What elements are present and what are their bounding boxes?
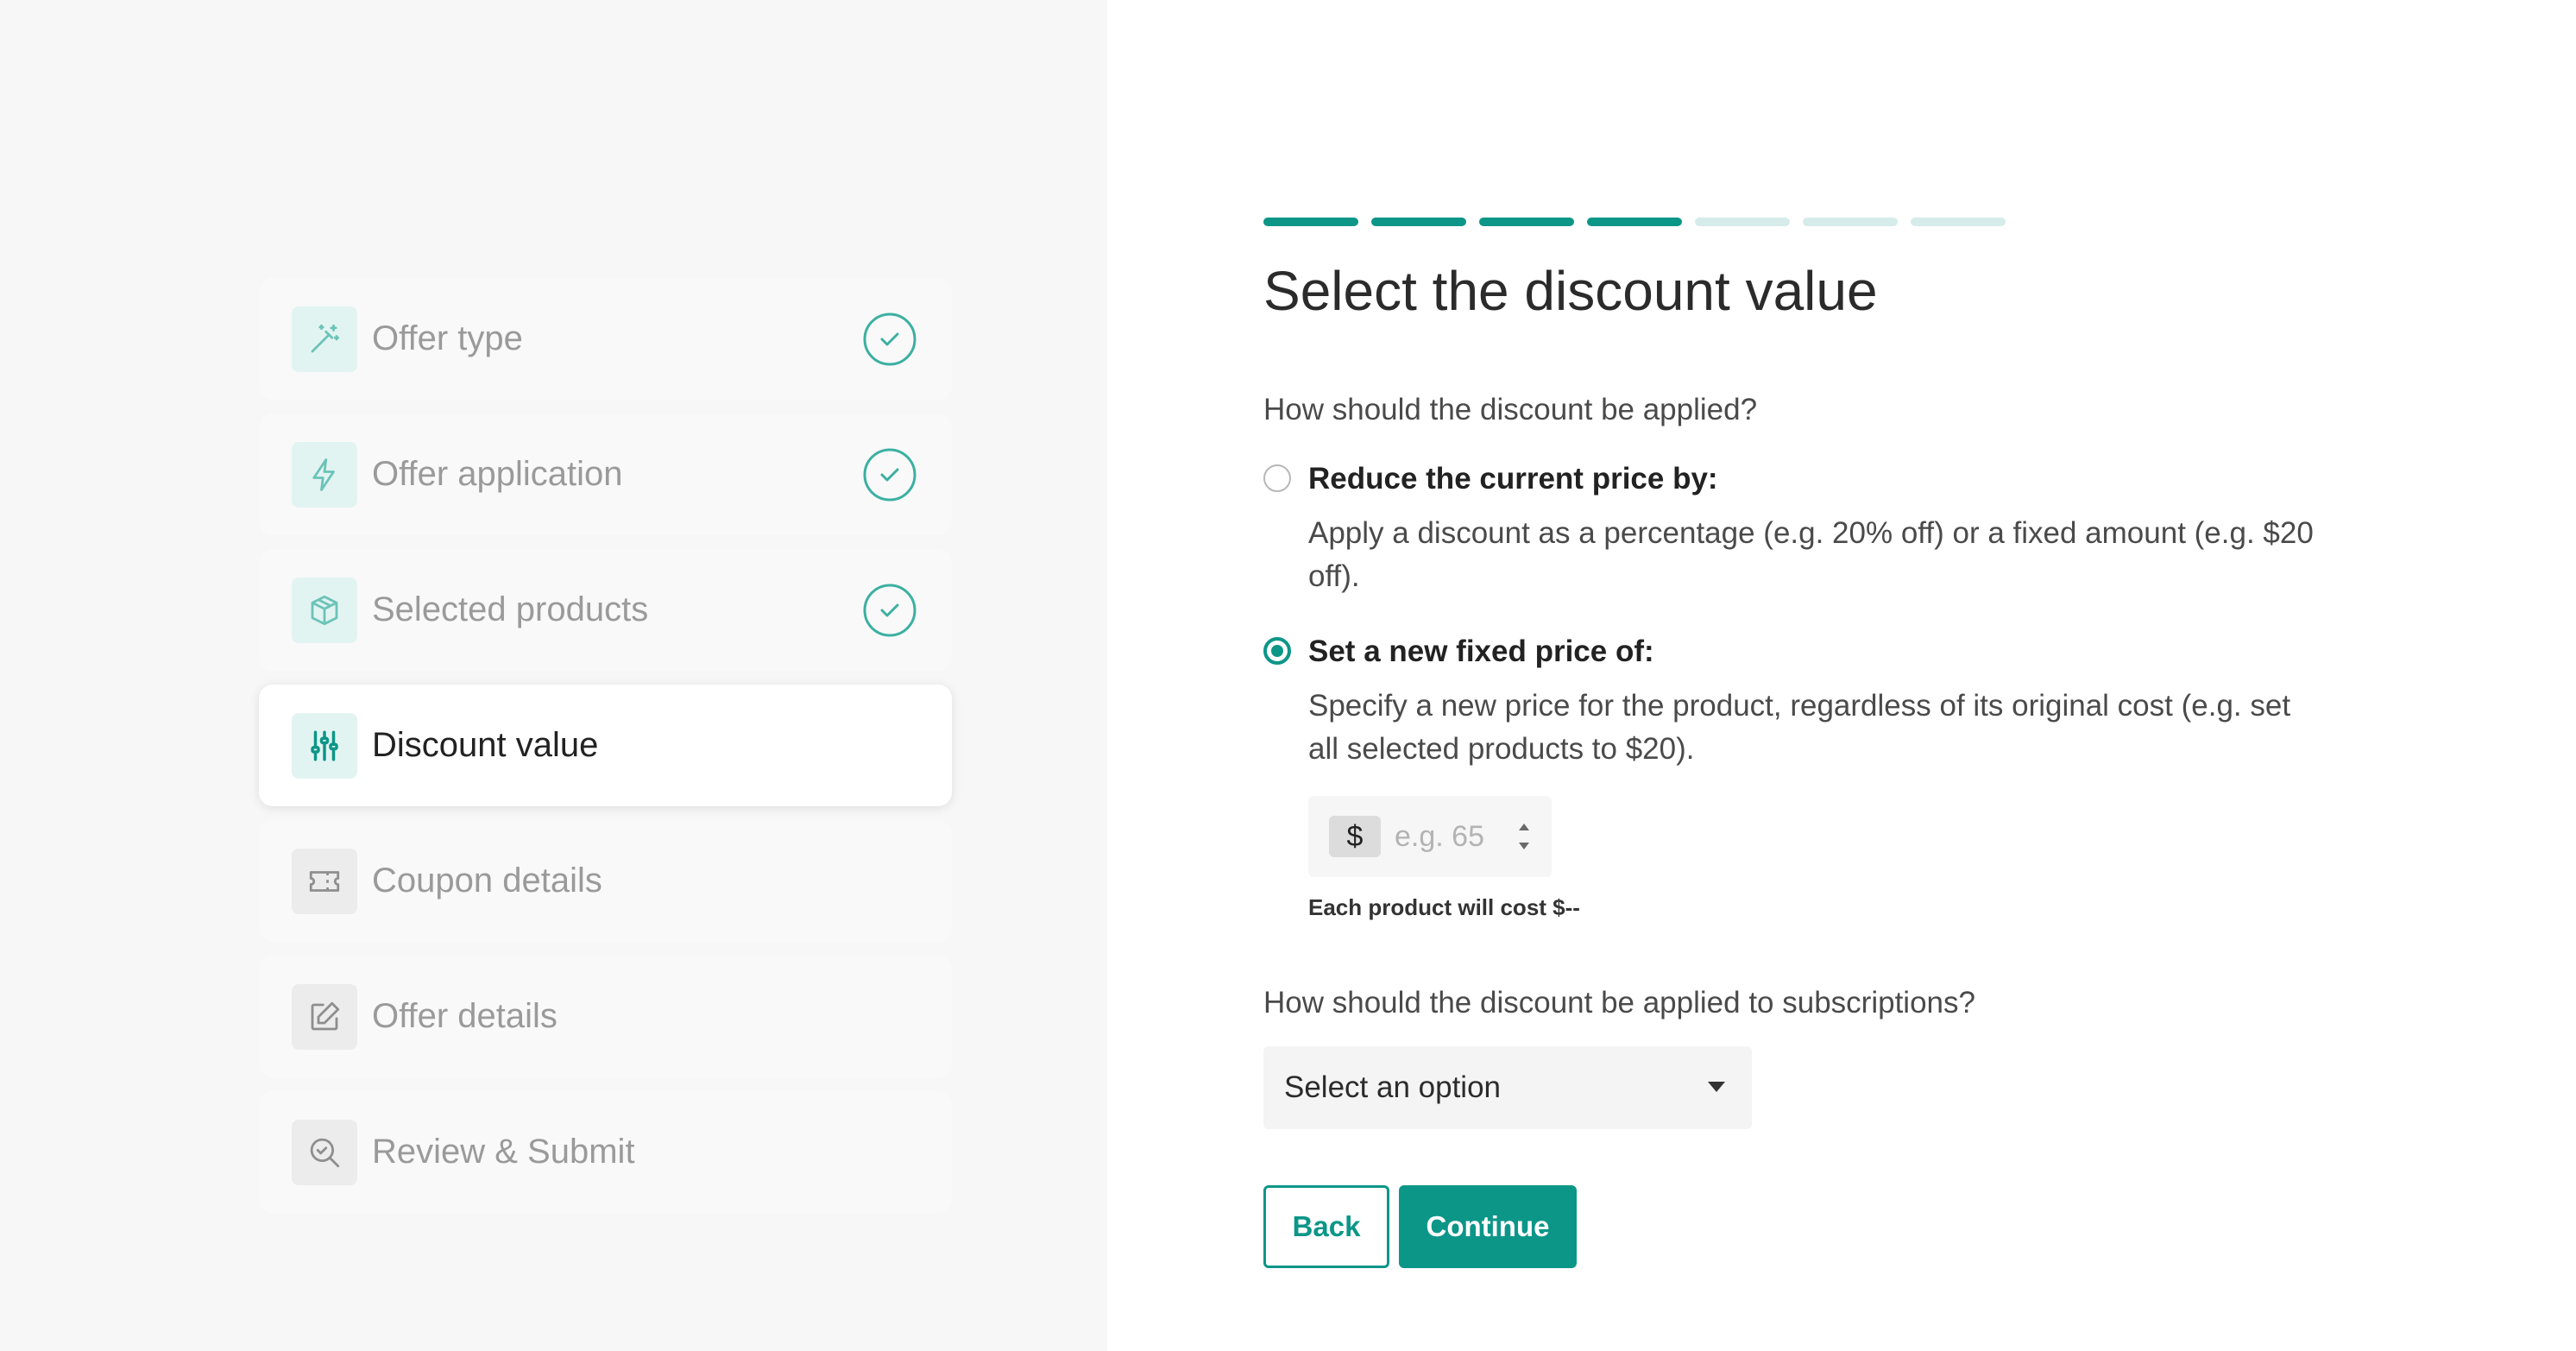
step-label: Discount value — [372, 726, 599, 764]
ticket-icon — [292, 848, 357, 914]
check-circle-icon — [863, 312, 916, 365]
subscription-select[interactable]: Select an option — [1263, 1046, 1752, 1129]
fixed-price-label[interactable]: Set a new fixed price of: — [1308, 634, 1654, 669]
step-review-submit[interactable]: Review & Submit — [259, 1091, 952, 1213]
price-input-group: $ — [1308, 796, 1552, 877]
currency-prefix: $ — [1329, 816, 1381, 857]
reduce-price-radio[interactable] — [1263, 464, 1291, 492]
progress-segment — [1479, 218, 1574, 226]
step-discount-value[interactable]: Discount value — [259, 685, 952, 806]
sliders-icon — [292, 712, 357, 779]
select-value: Select an option — [1284, 1070, 1502, 1104]
progress-segment — [1695, 218, 1790, 226]
step-label: Selected products — [372, 590, 649, 628]
step-offer-application[interactable]: Offer application — [259, 414, 952, 535]
step-label: Coupon details — [372, 862, 602, 900]
price-helper-text: Each product will cost $-- — [1308, 894, 1580, 920]
step-offer-type[interactable]: Offer type — [259, 278, 952, 400]
step-list: Offer type Offer application Selected pr… — [259, 278, 952, 1227]
step-offer-details[interactable]: Offer details — [259, 956, 952, 1077]
discount-question: How should the discount be applied? — [1263, 393, 1758, 426]
caret-down-icon — [1708, 1082, 1725, 1092]
fixed-price-description: Specify a new price for the product, reg… — [1308, 689, 2291, 766]
step-label: Offer application — [372, 455, 623, 493]
fixed-price-radio[interactable] — [1263, 637, 1291, 665]
check-circle-icon — [863, 584, 916, 636]
lightning-icon — [292, 441, 357, 508]
step-selected-products[interactable]: Selected products — [259, 549, 952, 671]
progress-segment — [1371, 218, 1466, 226]
progress-segment — [1263, 218, 1358, 226]
reduce-price-description: Apply a discount as a percentage (e.g. 2… — [1308, 516, 2314, 593]
step-label: Offer details — [372, 997, 557, 1035]
box-icon — [292, 577, 357, 643]
page-title: Select the discount value — [1263, 260, 1878, 322]
price-input[interactable] — [1395, 811, 1507, 862]
reduce-price-label[interactable]: Reduce the current price by: — [1308, 462, 1718, 496]
continue-button[interactable]: Continue — [1399, 1185, 1577, 1268]
search-check-icon — [292, 1119, 357, 1185]
step-label: Offer type — [372, 319, 523, 357]
subscription-question: How should the discount be applied to su… — [1263, 986, 1975, 1020]
number-stepper-icon[interactable] — [1515, 817, 1533, 856]
magic-wand-icon — [292, 306, 357, 372]
progress-bar — [1263, 218, 2006, 226]
progress-segment — [1911, 218, 2006, 226]
progress-segment — [1803, 218, 1898, 226]
edit-icon — [292, 983, 357, 1050]
step-label: Review & Submit — [372, 1133, 635, 1171]
progress-segment — [1587, 218, 1682, 226]
steps-sidebar: Offer type Offer application Selected pr… — [0, 0, 1107, 1351]
back-button[interactable]: Back — [1263, 1185, 1389, 1268]
step-coupon-details[interactable]: Coupon details — [259, 820, 952, 942]
check-circle-icon — [863, 448, 916, 501]
